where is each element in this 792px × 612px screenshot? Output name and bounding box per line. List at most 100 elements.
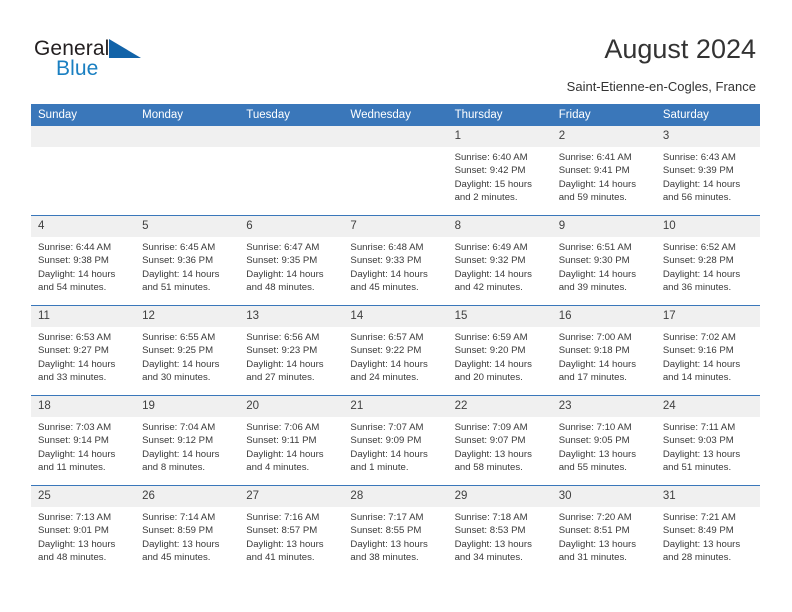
sunset-time: Sunset: 9:23 PM — [246, 345, 318, 357]
daylight-duration-line2: and 20 minutes. — [454, 372, 523, 384]
calendar-week-row: 1 Sunrise: 6:40 AM Sunset: 9:42 PM Daylight… — [31, 126, 760, 216]
daylight-duration-line2: and 56 minutes. — [662, 192, 732, 204]
calendar-day-cell[interactable]: 9 Sunrise: 6:51 AM Sunset: 9:30 PM Daylight… — [551, 215, 656, 306]
daylight-duration-line1: Daylight: 13 hours — [558, 538, 637, 550]
weekday-header-tuesday: Tuesday — [239, 104, 344, 126]
sunrise-time: Sunrise: 6:52 AM — [662, 242, 736, 253]
weekday-header-friday: Friday — [551, 104, 656, 126]
day-number: 18 — [31, 396, 136, 417]
calendar-day-cell[interactable]: 6 Sunrise: 6:47 AM Sunset: 9:35 PM Daylight… — [239, 215, 344, 306]
sunset-time: Sunset: 9:42 PM — [454, 165, 526, 177]
daylight-duration-line2: and 30 minutes. — [142, 372, 211, 384]
calendar-day-cell[interactable]: 17 Sunrise: 7:02 AM Sunset: 9:16 PM Dayligh… — [655, 305, 760, 396]
daylight-duration-line2: and 51 minutes. — [662, 462, 732, 474]
day-sun-info: Sunrise: 6:59 AM Sunset: 9:20 PM Daylight:… — [448, 327, 552, 385]
sunset-time: Sunset: 9:07 PM — [454, 435, 526, 447]
calendar-day-cell[interactable]: 5 Sunrise: 6:45 AM Sunset: 9:36 PM Daylight… — [135, 215, 240, 306]
day-sun-info: Sunrise: 7:06 AM Sunset: 9:11 PM Daylight:… — [239, 417, 343, 475]
calendar-day-cell[interactable]: 30 Sunrise: 7:20 AM Sunset: 8:51 PM Dayligh… — [551, 485, 656, 575]
calendar-day-cell[interactable]: 2 Sunrise: 6:41 AM Sunset: 9:41 PM Daylight… — [551, 126, 656, 216]
calendar-day-cell[interactable]: 11 Sunrise: 6:53 AM Sunset: 9:27 PM Dayligh… — [31, 305, 136, 396]
daylight-duration-line2: and 8 minutes. — [142, 462, 206, 474]
daylight-duration-line1: Daylight: 14 hours — [246, 358, 324, 370]
day-sun-info: Sunrise: 7:14 AM Sunset: 8:59 PM Daylight:… — [135, 507, 239, 565]
calendar-day-cell[interactable]: 28 Sunrise: 7:17 AM Sunset: 8:55 PM Dayligh… — [343, 485, 448, 575]
daylight-duration-line2: and 17 minutes. — [558, 372, 627, 384]
sunrise-time: Sunrise: 7:09 AM — [454, 422, 528, 433]
day-sun-info: Sunrise: 7:04 AM Sunset: 9:12 PM Daylight:… — [135, 417, 239, 475]
daylight-duration-line2: and 39 minutes. — [558, 282, 627, 294]
daylight-duration-line2: and 48 minutes. — [246, 282, 315, 294]
daylight-duration-line1: Daylight: 14 hours — [454, 268, 532, 280]
sunset-time: Sunset: 9:16 PM — [662, 345, 734, 357]
daylight-duration-line2: and 45 minutes. — [142, 552, 211, 564]
calendar-day-cell[interactable]: 18 Sunrise: 7:03 AM Sunset: 9:14 PM Dayligh… — [31, 395, 136, 486]
calendar-day-cell[interactable]: 24 Sunrise: 7:11 AM Sunset: 9:03 PM Dayligh… — [655, 395, 760, 486]
page-subtitle: Saint-Etienne-en-Cogles, France — [566, 79, 756, 94]
calendar-day-cell[interactable]: 7 Sunrise: 6:48 AM Sunset: 9:33 PM Daylight… — [343, 215, 448, 306]
daylight-duration-line1: Daylight: 14 hours — [38, 358, 116, 370]
calendar-day-cell[interactable]: 31 Sunrise: 7:21 AM Sunset: 8:49 PM Dayligh… — [655, 485, 760, 575]
sunrise-time: Sunrise: 7:07 AM — [350, 422, 424, 433]
calendar-day-cell[interactable]: 19 Sunrise: 7:04 AM Sunset: 9:12 PM Dayligh… — [135, 395, 240, 486]
sunset-time: Sunset: 9:30 PM — [558, 255, 630, 267]
calendar-day-cell[interactable]: 26 Sunrise: 7:14 AM Sunset: 8:59 PM Dayligh… — [135, 485, 240, 575]
daylight-duration-line1: Daylight: 14 hours — [558, 268, 637, 280]
day-sun-info: Sunrise: 6:47 AM Sunset: 9:35 PM Daylight:… — [239, 237, 343, 295]
calendar-day-cell[interactable]: 16 Sunrise: 7:00 AM Sunset: 9:18 PM Dayligh… — [551, 305, 656, 396]
calendar-day-cell[interactable]: 15 Sunrise: 6:59 AM Sunset: 9:20 PM Dayligh… — [447, 305, 552, 396]
calendar-day-cell[interactable]: 29 Sunrise: 7:18 AM Sunset: 8:53 PM Dayligh… — [447, 485, 552, 575]
sunset-time: Sunset: 9:36 PM — [142, 255, 214, 267]
calendar-day-cell[interactable]: 4 Sunrise: 6:44 AM Sunset: 9:38 PM Daylight… — [31, 215, 136, 306]
calendar-day-cell[interactable]: 21 Sunrise: 7:07 AM Sunset: 9:09 PM Dayligh… — [343, 395, 448, 486]
calendar-day-cell[interactable]: 14 Sunrise: 6:57 AM Sunset: 9:22 PM Dayligh… — [343, 305, 448, 396]
daylight-duration-line1: Daylight: 14 hours — [662, 358, 741, 370]
calendar-day-cell[interactable]: 10 Sunrise: 6:52 AM Sunset: 9:28 PM Dayligh… — [655, 215, 760, 306]
calendar-week-row: 11 Sunrise: 6:53 AM Sunset: 9:27 PM Dayligh… — [31, 305, 760, 396]
calendar-day-cell[interactable]: 8 Sunrise: 6:49 AM Sunset: 9:32 PM Daylight… — [447, 215, 552, 306]
day-number: 1 — [447, 126, 552, 147]
day-sun-info: Sunrise: 6:55 AM Sunset: 9:25 PM Daylight:… — [135, 327, 239, 385]
sunset-time: Sunset: 9:39 PM — [662, 165, 734, 177]
day-sun-info: Sunrise: 7:21 AM Sunset: 8:49 PM Daylight:… — [656, 507, 760, 565]
calendar-week-row: 4 Sunrise: 6:44 AM Sunset: 9:38 PM Daylight… — [31, 215, 760, 306]
sunset-time: Sunset: 9:14 PM — [38, 435, 109, 447]
sunset-time: Sunset: 9:25 PM — [142, 345, 214, 357]
calendar-week-row: 18 Sunrise: 7:03 AM Sunset: 9:14 PM Dayligh… — [31, 395, 760, 486]
logo[interactable]: General Blue — [34, 37, 234, 87]
day-number: 2 — [551, 126, 656, 147]
calendar-day-cell[interactable]: 20 Sunrise: 7:06 AM Sunset: 9:11 PM Dayligh… — [239, 395, 344, 486]
calendar-grid: Sunday Monday Tuesday Wednesday Thursday… — [31, 104, 760, 575]
calendar-day-cell-empty — [31, 126, 136, 216]
sunset-time: Sunset: 9:41 PM — [558, 165, 630, 177]
daylight-duration-line1: Daylight: 13 hours — [454, 538, 532, 550]
daylight-duration-line1: Daylight: 14 hours — [38, 448, 116, 460]
day-number: 12 — [135, 306, 240, 327]
sunset-time: Sunset: 8:53 PM — [454, 525, 526, 537]
calendar-day-cell[interactable]: 1 Sunrise: 6:40 AM Sunset: 9:42 PM Daylight… — [447, 126, 552, 216]
day-sun-info: Sunrise: 7:17 AM Sunset: 8:55 PM Daylight:… — [343, 507, 447, 565]
sunset-time: Sunset: 9:05 PM — [558, 435, 630, 447]
day-sun-info: Sunrise: 6:53 AM Sunset: 9:27 PM Daylight:… — [31, 327, 135, 385]
sunset-time: Sunset: 8:49 PM — [662, 525, 734, 537]
daylight-duration-line2: and 31 minutes. — [558, 552, 627, 564]
calendar-week-row: 25 Sunrise: 7:13 AM Sunset: 9:01 PM Dayligh… — [31, 485, 760, 575]
calendar-day-cell[interactable]: 13 Sunrise: 6:56 AM Sunset: 9:23 PM Dayligh… — [239, 305, 344, 396]
day-number — [239, 126, 344, 147]
calendar-day-cell[interactable]: 23 Sunrise: 7:10 AM Sunset: 9:05 PM Dayligh… — [551, 395, 656, 486]
day-number: 6 — [239, 216, 344, 237]
day-number: 30 — [551, 486, 656, 507]
calendar-day-cell[interactable]: 12 Sunrise: 6:55 AM Sunset: 9:25 PM Dayligh… — [135, 305, 240, 396]
sunrise-time: Sunrise: 7:17 AM — [350, 512, 424, 523]
calendar-day-cell[interactable]: 27 Sunrise: 7:16 AM Sunset: 8:57 PM Dayligh… — [239, 485, 344, 575]
sunrise-time: Sunrise: 6:59 AM — [454, 332, 528, 343]
day-sun-info: Sunrise: 7:09 AM Sunset: 9:07 PM Daylight:… — [448, 417, 552, 475]
calendar-day-cell[interactable]: 3 Sunrise: 6:43 AM Sunset: 9:39 PM Daylight… — [655, 126, 760, 216]
day-number: 14 — [343, 306, 448, 327]
calendar-day-cell[interactable]: 22 Sunrise: 7:09 AM Sunset: 9:07 PM Dayligh… — [447, 395, 552, 486]
sunset-time: Sunset: 9:38 PM — [38, 255, 109, 267]
calendar-day-cell[interactable]: 25 Sunrise: 7:13 AM Sunset: 9:01 PM Dayligh… — [31, 485, 136, 575]
daylight-duration-line1: Daylight: 13 hours — [454, 448, 532, 460]
day-number: 13 — [239, 306, 344, 327]
sunrise-time: Sunrise: 7:16 AM — [246, 512, 320, 523]
